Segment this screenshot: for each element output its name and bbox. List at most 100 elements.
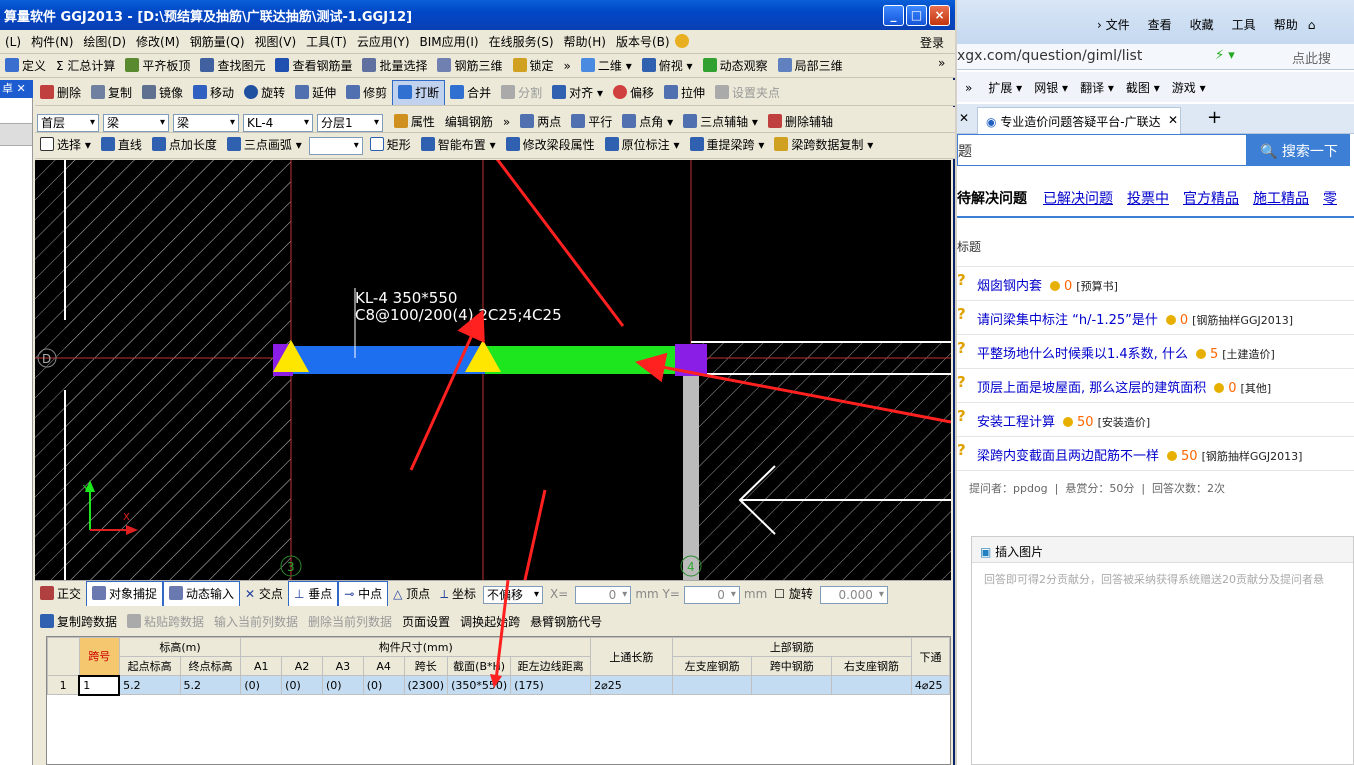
batch-select-button[interactable]: 批量选择 [357, 54, 432, 77]
align-button[interactable]: 对齐 ▾ [547, 81, 608, 105]
left-panel-row[interactable] [0, 124, 32, 146]
smart-place-button[interactable]: 智能布置 ▾ [416, 133, 501, 157]
trim-button[interactable]: 修剪 [341, 81, 392, 105]
delete-button[interactable]: 删除 [35, 81, 86, 105]
ortho-toggle[interactable]: 正交 [35, 582, 86, 606]
fav-item-translate[interactable]: 翻译 ▾ [1080, 81, 1114, 95]
list-item[interactable]: ? 烟囱钢内套 0 [预算书] [957, 267, 1354, 301]
x-input[interactable]: 0 [575, 585, 632, 604]
new-tab-button[interactable]: + [1207, 107, 1222, 128]
url-text[interactable]: xgx.com/question/giml/list [957, 48, 1142, 64]
view-2d-combo[interactable]: 二维 ▾ [576, 54, 637, 77]
rotate-input[interactable]: 0.000 [819, 585, 888, 604]
rebar-3d-button[interactable]: 钢筋三维 [432, 54, 507, 77]
coord-snap[interactable]: ⟂ 坐标 [435, 582, 481, 606]
cantilever-code-button[interactable]: 悬臂钢筋代号 [525, 610, 607, 634]
list-item[interactable]: ? 请问梁集中标注 “h/-1.25”是什 0 [钢筋抽样GGJ2013] [957, 301, 1354, 335]
point-angle-button[interactable]: 点角 ▾ [617, 110, 678, 132]
cell-span[interactable]: 1 [78, 674, 121, 696]
copy-span-button[interactable]: 复制跨数据 [35, 610, 122, 634]
menu-item[interactable]: BIM应用(I) [415, 30, 484, 53]
browser-menu-item[interactable]: › 文件 [1097, 18, 1130, 32]
search-hint[interactable]: 点此搜 [1292, 48, 1331, 67]
menu-item[interactable]: 工具(T) [301, 30, 352, 53]
nav-tab-voting[interactable]: 投票中 [1127, 191, 1169, 207]
arc-option-select[interactable] [308, 136, 363, 155]
cell-distance[interactable]: (175) [510, 675, 592, 695]
local-3d-button[interactable]: 局部三维 [773, 54, 848, 77]
overflow-chevron[interactable]: » [938, 56, 945, 70]
cell-right-support[interactable] [831, 675, 912, 695]
dynamic-input-toggle[interactable]: 动态输入 [163, 581, 241, 606]
view-rebar-button[interactable]: 查看钢筋量 [270, 54, 357, 77]
modify-segment-button[interactable]: 修改梁段属性 [501, 133, 600, 157]
nav-tab-construction[interactable]: 施工精品 [1253, 191, 1309, 207]
menu-item[interactable]: (L) [0, 30, 26, 53]
cell-length[interactable]: (2300) [403, 675, 449, 695]
offset-button[interactable]: 偏移 [608, 81, 659, 105]
property-button[interactable]: 属性 [389, 110, 440, 132]
set-grip-button[interactable]: 设置夹点 [710, 81, 785, 105]
browser-tab[interactable]: ◉ 专业造价问题答疑平台-广联达 ✕ [977, 107, 1181, 134]
cell-end-elev[interactable]: 5.2 [179, 675, 242, 695]
copy-button[interactable]: 复制 [86, 81, 137, 105]
browser-menu-item[interactable]: 查看 [1148, 18, 1172, 32]
list-item[interactable]: ? 顶层上面是坡屋面, 那么这层的建筑面积 0 [其他] [957, 369, 1354, 403]
menu-item[interactable]: 绘图(D) [78, 30, 131, 53]
type-select[interactable]: 梁 [103, 113, 169, 132]
cell-a1[interactable]: (0) [240, 675, 283, 695]
find-element-button[interactable]: 查找图元 [195, 54, 270, 77]
break-button[interactable]: 打断 [392, 80, 446, 105]
input-column-button[interactable]: 输入当前列数据 [209, 610, 303, 634]
mid-snap[interactable]: ⊸ 中点 [338, 581, 389, 606]
cell-start-elev[interactable]: 5.2 [118, 675, 181, 695]
define-button[interactable]: 定义 [0, 54, 51, 77]
two-point-button[interactable]: 两点 [515, 110, 566, 132]
menu-item[interactable]: 视图(V) [250, 30, 302, 53]
maximize-button[interactable]: □ [906, 5, 927, 26]
site-search-input[interactable]: 题 [957, 134, 1247, 166]
fav-more[interactable]: » [965, 81, 972, 95]
left-panel-row[interactable] [0, 102, 32, 124]
menu-item[interactable]: 修改(M) [131, 30, 185, 53]
top-view-button[interactable]: 俯视 ▾ [637, 54, 698, 77]
cell-top-through[interactable]: 2⌀25 [590, 675, 673, 695]
overflow-chevron[interactable]: » [498, 110, 515, 132]
tab-close-icon[interactable]: ✕ [1168, 113, 1178, 127]
respan-button[interactable]: 重提梁跨 ▾ [685, 133, 770, 157]
rectangle-button[interactable]: 矩形 [365, 133, 416, 157]
list-item[interactable]: ? 安装工程计算 50 [安装造价] [957, 403, 1354, 437]
object-snap-toggle[interactable]: 对象捕捉 [86, 581, 164, 606]
list-item[interactable]: ? 梁跨内变截面且两边配筋不一样 50 [钢筋抽样GGJ2013] [957, 437, 1354, 471]
overflow-chevron[interactable]: » [559, 54, 576, 77]
delete-column-button[interactable]: 删除当前列数据 [303, 610, 397, 634]
perp-snap[interactable]: ⊥ 垂点 [287, 581, 339, 606]
fav-item-screenshot[interactable]: 截图 ▾ [1126, 81, 1160, 95]
cell-left-support[interactable] [671, 675, 753, 695]
select-button[interactable]: 选择 ▾ [35, 133, 96, 157]
cell-a3[interactable]: (0) [321, 675, 364, 695]
site-search-button[interactable]: 🔍 搜索一下 [1246, 134, 1350, 166]
browser-menu-item[interactable]: 工具 [1232, 18, 1256, 32]
menu-item[interactable]: 钢筋量(Q) [185, 30, 250, 53]
three-point-arc-button[interactable]: 三点画弧 ▾ [222, 133, 307, 157]
merge-button[interactable]: 合并 [445, 81, 496, 105]
extend-button[interactable]: 延伸 [290, 81, 341, 105]
nav-tab-pending[interactable]: 待解决问题 [957, 187, 1027, 211]
vertex-snap[interactable]: △ 顶点 [388, 582, 435, 606]
browser-menu-item[interactable]: 帮助 [1274, 18, 1298, 32]
tab-close-icon[interactable]: ✕ [959, 111, 969, 125]
three-point-aux-button[interactable]: 三点辅轴 ▾ [678, 110, 763, 132]
menu-item[interactable]: 构件(N) [26, 30, 78, 53]
subtype-select[interactable]: 梁 [173, 113, 239, 132]
login-link[interactable]: 登录 [920, 34, 944, 51]
stretch-button[interactable]: 拉伸 [659, 81, 710, 105]
sum-calc-button[interactable]: Σ 汇总计算 [51, 54, 120, 77]
delete-aux-button[interactable]: 删除辅轴 [763, 110, 838, 132]
paste-span-button[interactable]: 粘贴跨数据 [122, 610, 209, 634]
edit-rebar-button[interactable]: 编辑钢筋 [440, 110, 498, 132]
rotate-button[interactable]: 旋转 [239, 81, 290, 105]
cell-a4[interactable]: (0) [362, 675, 405, 695]
parallel-button[interactable]: 平行 [566, 110, 617, 132]
align-top-button[interactable]: 平齐板顶 [120, 54, 195, 77]
